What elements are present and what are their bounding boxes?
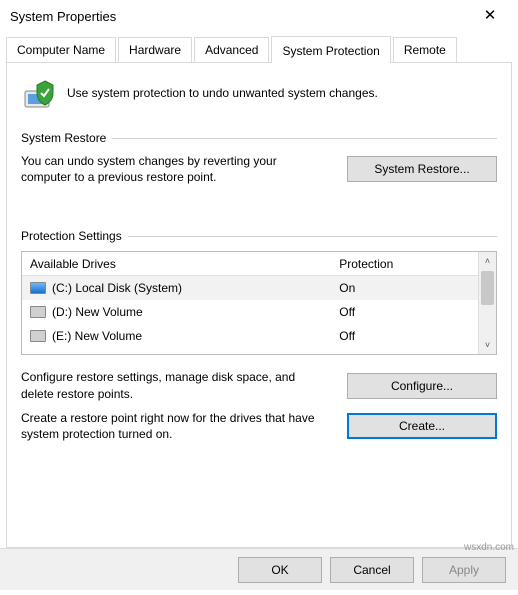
- create-button[interactable]: Create...: [347, 413, 497, 439]
- group-system-restore: System Restore: [21, 131, 497, 145]
- intro: Use system protection to undo unwanted s…: [21, 75, 497, 111]
- create-text: Create a restore point right now for the…: [21, 410, 329, 442]
- drive-name: (E:) New Volume: [52, 329, 142, 343]
- col-available-drives: Available Drives: [22, 257, 335, 271]
- create-row: Create a restore point right now for the…: [21, 410, 497, 442]
- scroll-up-icon[interactable]: ˄: [479, 252, 496, 270]
- tab-system-protection[interactable]: System Protection: [271, 36, 390, 63]
- apply-button[interactable]: Apply: [422, 557, 506, 583]
- window-title: System Properties: [10, 9, 116, 24]
- tab-advanced[interactable]: Advanced: [194, 37, 269, 62]
- table-row[interactable]: (C:) Local Disk (System) On: [22, 276, 478, 300]
- drive-protection: Off: [335, 305, 478, 319]
- group-label-settings: Protection Settings: [21, 229, 122, 243]
- col-protection: Protection: [335, 257, 478, 271]
- table-row[interactable]: (D:) New Volume Off: [22, 300, 478, 324]
- disk-icon: [30, 330, 46, 342]
- system-restore-button[interactable]: System Restore...: [347, 156, 497, 182]
- titlebar: System Properties ✕: [0, 0, 518, 32]
- ok-button[interactable]: OK: [238, 557, 322, 583]
- cancel-button[interactable]: Cancel: [330, 557, 414, 583]
- table-row[interactable]: (E:) New Volume Off: [22, 324, 478, 348]
- close-icon[interactable]: ✕: [470, 1, 510, 31]
- tab-panel-system-protection: Use system protection to undo unwanted s…: [6, 62, 512, 548]
- disk-icon: [30, 306, 46, 318]
- tab-hardware[interactable]: Hardware: [118, 37, 192, 62]
- drive-table: Available Drives Protection (C:) Local D…: [21, 251, 497, 355]
- intro-text: Use system protection to undo unwanted s…: [67, 85, 497, 101]
- scroll-down-icon[interactable]: ˅: [479, 336, 496, 354]
- drive-protection: On: [335, 281, 478, 295]
- scrollbar[interactable]: ˄ ˅: [478, 252, 496, 354]
- tab-computer-name[interactable]: Computer Name: [6, 37, 116, 62]
- drive-name: (C:) Local Disk (System): [52, 281, 182, 295]
- configure-button[interactable]: Configure...: [347, 373, 497, 399]
- tabs: Computer Name Hardware Advanced System P…: [0, 36, 518, 62]
- watermark: wsxdn.com: [464, 542, 514, 553]
- dialog-buttons: OK Cancel Apply: [0, 548, 518, 590]
- group-protection-settings: Protection Settings: [21, 229, 497, 243]
- configure-row: Configure restore settings, manage disk …: [21, 369, 497, 401]
- table-header: Available Drives Protection: [22, 252, 478, 276]
- divider: [112, 138, 497, 139]
- restore-row: You can undo system changes by reverting…: [21, 153, 497, 185]
- restore-text: You can undo system changes by reverting…: [21, 153, 329, 185]
- configure-text: Configure restore settings, manage disk …: [21, 369, 329, 401]
- divider: [128, 236, 497, 237]
- scroll-track[interactable]: [479, 306, 496, 336]
- disk-icon: [30, 282, 46, 294]
- system-protection-icon: [21, 75, 57, 111]
- drive-name: (D:) New Volume: [52, 305, 143, 319]
- drive-protection: Off: [335, 329, 478, 343]
- tab-remote[interactable]: Remote: [393, 37, 457, 62]
- group-label-restore: System Restore: [21, 131, 106, 145]
- scroll-thumb[interactable]: [481, 271, 494, 305]
